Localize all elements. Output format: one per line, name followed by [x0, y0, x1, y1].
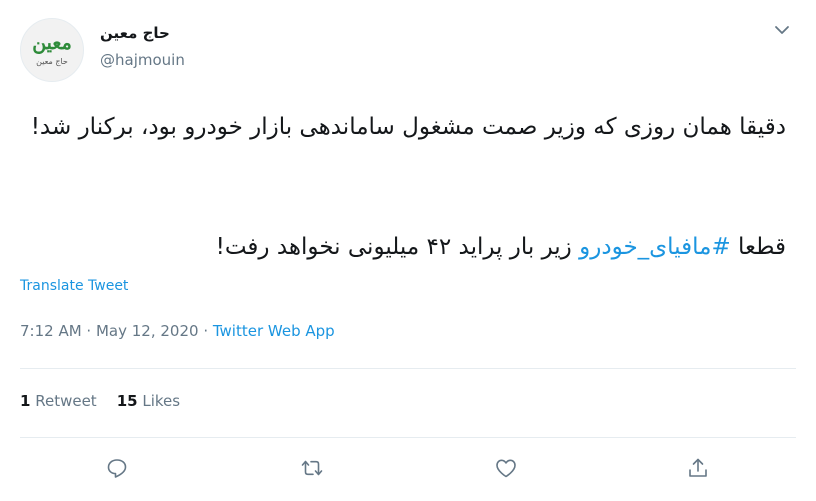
tweet-text-prefix: قطعا	[730, 234, 786, 260]
hashtag-link[interactable]: #مافیای_خودرو	[579, 234, 731, 260]
tweet-date[interactable]: May 12, 2020	[96, 322, 199, 340]
translate-tweet-link[interactable]: Translate Tweet	[20, 278, 128, 294]
tweet-text-suffix: زیر بار پراید ۴۲ میلیونی نخواهد رفت!	[215, 234, 580, 260]
retweets-stat[interactable]: 1 Retweet	[20, 392, 97, 410]
user-handle[interactable]: @hajmouin	[100, 51, 185, 69]
tweet-source-link[interactable]: Twitter Web App	[213, 322, 335, 340]
likes-count: 15	[116, 392, 138, 410]
divider	[20, 437, 796, 438]
likes-label: Likes	[142, 392, 181, 410]
avatar-logo-text: معین	[32, 32, 72, 54]
display-name[interactable]: حاج معین	[100, 24, 170, 42]
engagement-stats: 1 Retweet 15 Likes	[20, 392, 180, 410]
tweet-text-paragraph-2: قطعا #مافیای_خودرو زیر بار پراید ۴۲ میلی…	[16, 228, 786, 266]
tweet-text-paragraph-1: دقیقا همان روزی که وزیر صمت مشغول ساماند…	[30, 114, 786, 140]
tweet-card: معین حاج معین حاج معین @hajmouin دقیقا ه…	[0, 0, 816, 501]
avatar[interactable]: معین حاج معین	[20, 18, 84, 82]
tweet-time[interactable]: 7:12 AM	[20, 322, 82, 340]
retweets-label: Retweet	[35, 392, 97, 410]
reply-icon[interactable]	[105, 456, 129, 480]
retweets-count: 1	[20, 392, 31, 410]
retweet-icon[interactable]	[300, 456, 324, 480]
tweet-metadata: 7:12 AM · May 12, 2020 · Twitter Web App	[20, 322, 335, 340]
likes-stat[interactable]: 15 Likes	[117, 392, 180, 410]
heart-icon[interactable]	[494, 456, 518, 480]
chevron-down-icon[interactable]	[772, 20, 792, 40]
share-icon[interactable]	[686, 456, 710, 480]
avatar-caption: حاج معین	[36, 57, 68, 66]
meta-separator: ·	[198, 322, 213, 340]
meta-separator: ·	[81, 322, 96, 340]
divider	[20, 368, 796, 369]
